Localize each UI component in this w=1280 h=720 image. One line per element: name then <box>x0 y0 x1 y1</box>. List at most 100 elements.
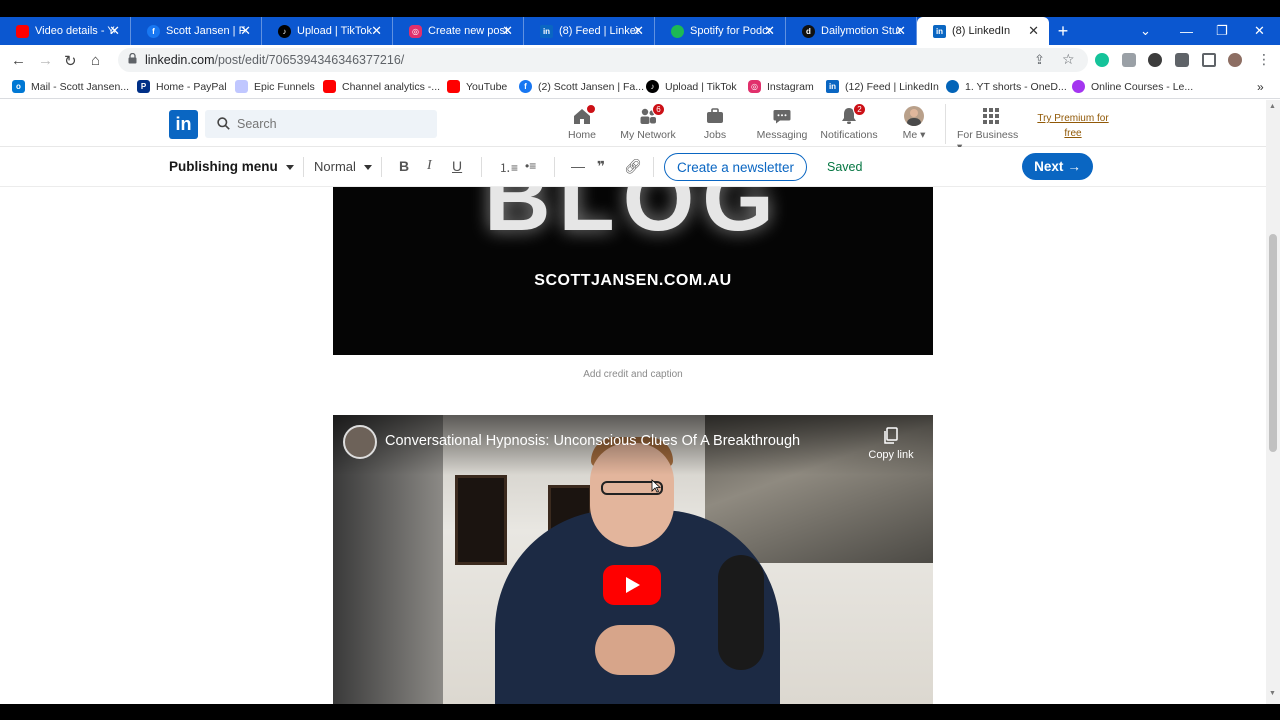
puzzle-icon[interactable] <box>1175 53 1189 67</box>
image-site-text: SCOTTJANSEN.COM.AU <box>534 272 732 289</box>
nav-for-business[interactable]: For Business ▾ <box>957 106 1025 153</box>
share-icon[interactable]: ⇪ <box>1034 52 1045 68</box>
scroll-up-icon[interactable]: ▲ <box>1269 103 1276 110</box>
bookmark-mail[interactable]: o Mail - Scott Jansen... <box>12 80 129 93</box>
bullet-list-icon[interactable]: •≡ <box>525 159 536 173</box>
copy-icon <box>883 427 899 445</box>
video-title[interactable]: Conversational Hypnosis: Unconscious Clu… <box>385 433 800 449</box>
bookmark-label: Channel analytics -... <box>342 80 441 93</box>
next-label: Next <box>1034 159 1064 174</box>
link-icon[interactable]: 🔗︎ <box>624 158 642 175</box>
paypal-icon: P <box>137 80 150 93</box>
bold-button[interactable]: B <box>399 158 409 174</box>
close-icon[interactable]: ✕ <box>1028 23 1039 39</box>
reload-icon[interactable]: ↻ <box>64 52 77 70</box>
scroll-down-icon[interactable]: ▼ <box>1269 690 1276 697</box>
bookmark-label: Mail - Scott Jansen... <box>31 80 130 93</box>
nav-home[interactable]: Home <box>567 104 597 144</box>
copy-link-label: Copy link <box>868 449 914 461</box>
scrollbar-thumb[interactable] <box>1269 234 1277 452</box>
bookmark-tiktok[interactable]: ♪ Upload | TikTok <box>646 80 737 93</box>
text-style-select[interactable]: Normal <box>314 159 372 174</box>
home-badge-dot <box>586 104 596 114</box>
bookmark-label: Instagram <box>767 80 814 93</box>
bookmark-linkedin-feed[interactable]: in (12) Feed | LinkedIn <box>826 80 939 93</box>
bookmark-paypal[interactable]: P Home - PayPal <box>137 80 227 93</box>
blog-cover-image[interactable]: BLOG SCOTTJANSEN.COM.AU <box>333 187 933 355</box>
play-button[interactable] <box>603 565 661 605</box>
quote-icon[interactable]: ❞ <box>597 158 605 175</box>
publishing-menu-button[interactable]: Publishing menu <box>169 159 294 174</box>
outlook-icon: o <box>12 80 25 93</box>
more-bookmarks-button[interactable]: » <box>1257 80 1264 94</box>
linkedin-logo[interactable]: in <box>169 110 198 139</box>
bookmark-instagram[interactable]: ◎ Instagram <box>748 80 814 93</box>
window-close-icon[interactable]: ✕ <box>1254 17 1265 45</box>
nav-label: Messaging <box>756 129 808 141</box>
browser-tab-linkedin-active[interactable]: in (8) LinkedIn ✕ <box>917 17 1049 45</box>
nav-notifications[interactable]: 2 Notifications <box>820 103 878 144</box>
browser-tab-dailymotion[interactable]: d Dailymotion Studio ✕ <box>786 17 917 45</box>
browser-tab-spotify[interactable]: Spotify for Podcasters ✕ <box>655 17 786 45</box>
home-icon[interactable]: ⌂ <box>91 52 100 69</box>
nav-me[interactable]: Me ▾ <box>898 106 930 144</box>
close-icon[interactable]: ✕ <box>240 23 251 39</box>
nav-messaging[interactable]: Messaging <box>757 106 807 144</box>
bookmark-star-icon[interactable]: ☆ <box>1062 51 1075 68</box>
next-button[interactable]: Next → <box>1022 153 1093 180</box>
restore-icon[interactable]: ❐ <box>1216 17 1228 45</box>
bookmark-facebook[interactable]: f (2) Scott Jansen | Fa... <box>519 80 644 93</box>
toolbar-divider <box>554 157 555 177</box>
nav-label: My Network <box>620 129 676 141</box>
extension-icon[interactable] <box>1122 53 1136 67</box>
nav-jobs[interactable]: Jobs <box>703 106 727 144</box>
new-tab-button[interactable]: + <box>1049 17 1077 45</box>
divider-line-icon[interactable]: — <box>571 158 585 174</box>
close-icon[interactable]: ✕ <box>502 23 513 39</box>
bookmark-channel-analytics[interactable]: Channel analytics -... <box>323 80 440 93</box>
copy-link-button[interactable]: Copy link <box>863 427 919 461</box>
minimize-icon[interactable]: — <box>1180 17 1193 45</box>
create-newsletter-button[interactable]: Create a newsletter <box>664 153 807 181</box>
forward-icon[interactable]: → <box>38 52 53 69</box>
close-icon[interactable]: ✕ <box>109 23 120 39</box>
address-bar[interactable]: linkedin.com/post/edit/70653943463463772… <box>118 48 1088 72</box>
avatar[interactable] <box>1228 53 1242 67</box>
italic-button[interactable]: I <box>427 158 432 174</box>
add-caption-link[interactable]: Add credit and caption <box>333 369 933 380</box>
channel-avatar[interactable] <box>343 425 377 459</box>
nav-my-network[interactable]: 6 My Network <box>620 103 676 144</box>
back-icon[interactable]: ← <box>11 52 26 69</box>
text-style-value: Normal <box>314 159 356 174</box>
me-label: Me <box>902 129 918 141</box>
browser-tab-linkedin-feed[interactable]: in (8) Feed | LinkedIn ✕ <box>524 17 655 45</box>
url-host: linkedin.com <box>145 53 215 67</box>
dailymotion-icon: d <box>802 24 815 38</box>
instagram-icon: ◎ <box>748 80 761 93</box>
bookmark-label: Upload | TikTok <box>665 80 737 93</box>
try-premium-link[interactable]: Try Premium for free <box>1033 111 1113 141</box>
menu-kebab-icon[interactable]: ⋮ <box>1257 51 1271 68</box>
close-icon[interactable]: ✕ <box>633 23 644 39</box>
close-icon[interactable]: ✕ <box>764 23 775 39</box>
grammarly-icon[interactable] <box>1095 53 1109 67</box>
tab-search-icon[interactable]: ⌄ <box>1140 17 1151 45</box>
linkedin-header: in Home 6 My Network Jobs <box>0 100 1280 153</box>
bookmark-online-courses[interactable]: Online Courses - Le... <box>1072 80 1193 93</box>
browser-tab-tiktok[interactable]: ♪ Upload | TikTok ✕ <box>262 17 393 45</box>
close-icon[interactable]: ✕ <box>895 23 906 39</box>
page-scrollbar[interactable]: ▲ ▼ <box>1266 100 1280 704</box>
search-input[interactable] <box>237 114 427 134</box>
browser-tab-facebook[interactable]: f Scott Jansen | Facebook ✕ <box>131 17 262 45</box>
bookmark-youtube[interactable]: YouTube <box>447 80 507 93</box>
browser-tab-youtube-studio[interactable]: Video details - YouTube Studio ✕ <box>0 17 131 45</box>
sidepanel-icon[interactable] <box>1202 53 1216 67</box>
browser-tab-instagram[interactable]: ◎ Create new post ✕ <box>393 17 524 45</box>
embedded-video[interactable]: Conversational Hypnosis: Unconscious Clu… <box>333 415 933 704</box>
numbered-list-icon[interactable]: ⒈≡ <box>499 159 518 176</box>
profile-k-icon[interactable] <box>1148 53 1162 67</box>
bookmark-onedrive[interactable]: 1. YT shorts - OneD... <box>946 80 1067 93</box>
bookmark-epic-funnels[interactable]: Epic Funnels <box>235 80 315 93</box>
close-icon[interactable]: ✕ <box>371 23 382 39</box>
underline-button[interactable]: U <box>452 158 462 174</box>
